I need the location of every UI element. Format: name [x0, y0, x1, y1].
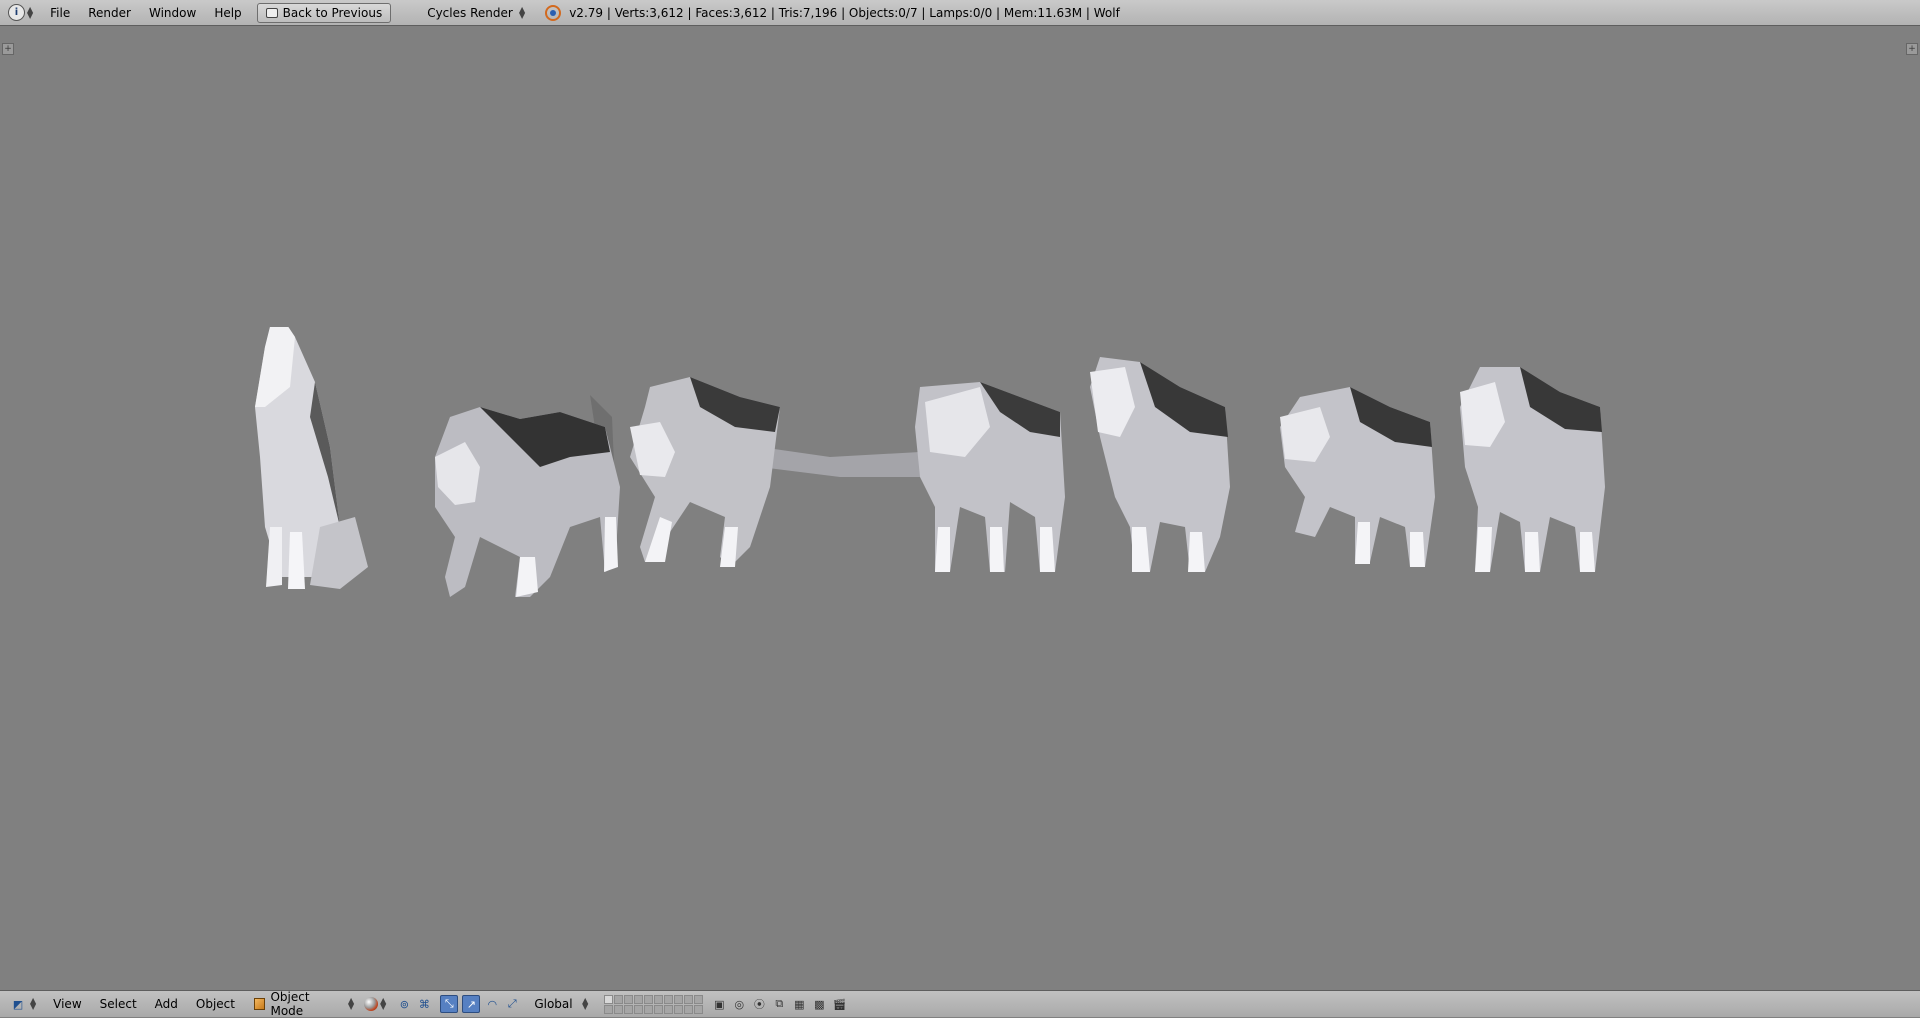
transform-orientation-value: Global	[534, 997, 573, 1011]
chevron-updown-icon: ▲ ▼	[582, 996, 589, 1011]
opengl-render-animation-icon[interactable]: 🎬︎	[831, 996, 847, 1012]
rotate-manipulator-icon[interactable]: ↗	[462, 995, 481, 1013]
info-header: i ▲ ▼ File Render Window Help Back to Pre…	[0, 0, 1920, 26]
menu-add[interactable]: Add	[146, 991, 187, 1018]
wolf-looking-back[interactable]	[915, 382, 1065, 572]
chevron-updown-icon: ▲ ▼	[30, 996, 37, 1011]
only-render-icon[interactable]: ▦	[791, 996, 807, 1012]
scene-stats: v2.79 | Verts:3,612 | Faces:3,612 | Tris…	[569, 5, 1120, 20]
translate-manipulator-icon[interactable]: ⤡	[440, 995, 459, 1013]
menu-select[interactable]: Select	[91, 991, 146, 1018]
back-to-previous-label: Back to Previous	[282, 5, 383, 20]
manipulator-toggle-icon[interactable]: ⌘	[416, 996, 432, 1012]
opengl-render-image-icon[interactable]: ▩	[811, 996, 827, 1012]
editor-type-selector[interactable]: i ▲ ▼	[8, 4, 33, 21]
layer-buttons[interactable]	[604, 994, 704, 1014]
lock-layers-icon[interactable]: ▣	[711, 996, 727, 1012]
menu-object[interactable]: Object	[187, 991, 244, 1018]
wolf-standing[interactable]	[1090, 357, 1230, 572]
editor-type-selector[interactable]: ◩ ▲ ▼	[8, 996, 36, 1012]
toolshelf-expand-icon[interactable]: +	[2, 43, 14, 55]
chevron-updown-icon: ▲ ▼	[380, 996, 387, 1011]
interaction-mode-value: Object Mode	[270, 990, 310, 1018]
properties-expand-icon[interactable]: +	[1906, 43, 1918, 55]
viewport-shading-icon[interactable]	[364, 997, 379, 1011]
3d-view-icon: ◩	[12, 997, 24, 1011]
interaction-mode-select[interactable]: Object Mode	[248, 990, 348, 1018]
wolf-howling[interactable]	[255, 327, 368, 589]
menu-help[interactable]: Help	[205, 0, 250, 26]
wolf-models	[255, 327, 1605, 597]
transform-orientation-select[interactable]: Global ▲ ▼	[528, 994, 594, 1014]
menu-render[interactable]: Render	[79, 0, 140, 26]
menu-view[interactable]: View	[44, 991, 90, 1018]
chevron-updown-icon: ▲ ▼	[348, 996, 355, 1011]
proportional-edit-icon[interactable]: ◎	[731, 996, 747, 1012]
back-icon	[265, 7, 278, 18]
menu-window[interactable]: Window	[140, 0, 205, 26]
wolf-stepping[interactable]	[1280, 387, 1435, 567]
wolf-idle[interactable]	[1460, 367, 1605, 572]
chevron-updown-icon: ▲ ▼	[519, 4, 526, 20]
scale-manipulator-icon[interactable]: ⤢	[504, 996, 520, 1012]
3d-viewport[interactable]: + +	[0, 27, 1920, 990]
blender-logo-icon	[545, 4, 562, 21]
back-to-previous-button[interactable]: Back to Previous	[256, 2, 392, 23]
snap-element-icon[interactable]: ⧉	[771, 996, 787, 1012]
menu-file[interactable]: File	[41, 0, 79, 26]
object-mode-icon	[254, 998, 266, 1010]
render-engine-select[interactable]: Cycles Render ▲ ▼	[421, 4, 531, 22]
wolf-trotting[interactable]	[630, 377, 920, 567]
chevron-updown-icon: ▲ ▼	[27, 4, 34, 20]
rotate-arc-icon[interactable]: ◠	[484, 996, 500, 1012]
info-icon: i	[8, 4, 25, 21]
render-engine-value: Cycles Render	[427, 5, 513, 20]
wolf-walking-tail-up[interactable]	[435, 395, 620, 597]
pivot-point-icon[interactable]: ⊚	[396, 996, 412, 1012]
snap-icon[interactable]: ⦿	[751, 996, 767, 1012]
3d-view-header: ◩ ▲ ▼ View Select Add Object Object Mode …	[0, 990, 1920, 1018]
